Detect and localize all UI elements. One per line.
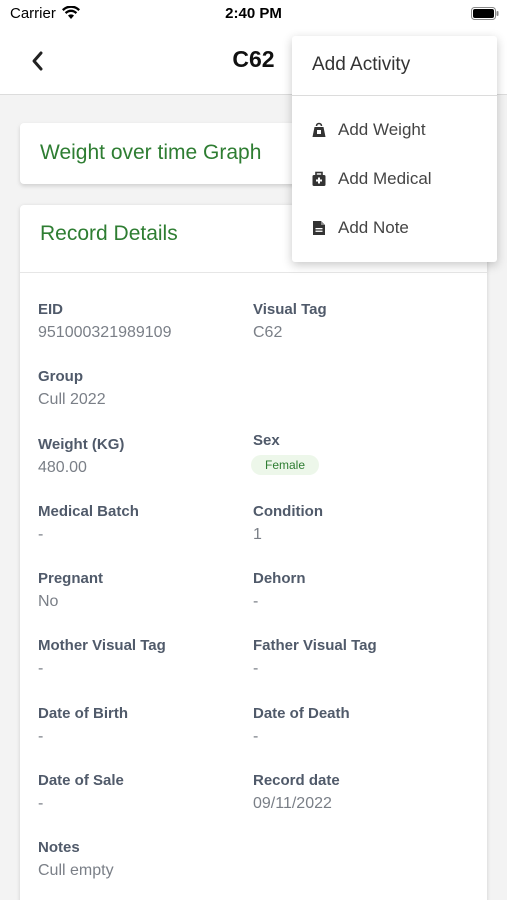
add-activity-menu-header: Add Activity [292, 36, 497, 96]
menu-item-label: Add Medical [338, 169, 432, 188]
field-label: Condition [253, 502, 323, 520]
field-value: 480.00 [38, 458, 87, 476]
field-label: Medical Batch [38, 502, 139, 520]
field-row: Date of Sale - Record date 09/11/2022 [38, 771, 468, 838]
field-value: - [253, 727, 259, 745]
field-father-visual-tag: Father Visual Tag - [253, 636, 468, 703]
field-label: Pregnant [38, 570, 104, 588]
field-mother-visual-tag: Mother Visual Tag - [38, 636, 253, 703]
field-eid: EID 951000321989109 [38, 300, 253, 367]
field-value: - [38, 795, 44, 813]
field-visual-tag: Visual Tag C62 [253, 300, 468, 367]
field-value: Cull 2022 [38, 391, 106, 409]
field-row: Group Cull 2022 [38, 367, 468, 434]
field-label: Group [38, 368, 83, 386]
field-notes: Notes Cull empty [38, 838, 264, 900]
field-label: EID [38, 301, 64, 318]
field-label: Father Visual Tag [253, 637, 377, 655]
field-value: 951000321989109 [38, 324, 172, 341]
status-time: 2:40 PM [225, 5, 282, 22]
field-value: - [38, 525, 44, 543]
field-label: Notes [38, 839, 80, 857]
field-group: Group Cull 2022 [38, 367, 264, 434]
field-row: EID 951000321989109 Visual Tag C62 [38, 300, 468, 367]
field-dehorn: Dehorn - [253, 569, 468, 636]
weight-graph-title: Weight over time Graph [40, 141, 262, 164]
field-row: Pregnant No Dehorn - [38, 569, 468, 636]
field-row: Date of Birth - Date of Death - [38, 704, 468, 771]
field-label: Dehorn [253, 570, 306, 588]
field-value: Cull empty [38, 862, 114, 880]
record-details-title: Record Details [40, 222, 178, 245]
field-label: Weight (KG) [38, 435, 125, 453]
status-bar: Carrier 2:40 PM [0, 0, 507, 28]
field-pregnant: Pregnant No [38, 569, 253, 636]
medical-bag-icon [312, 171, 326, 186]
menu-item-add-medical[interactable]: Add Medical [292, 159, 497, 199]
menu-item-label: Add Note [338, 218, 409, 237]
field-condition: Condition 1 [253, 502, 468, 569]
battery-icon [471, 7, 499, 20]
field-sex: Sex Female [251, 431, 468, 502]
note-icon [313, 221, 325, 235]
sex-badge: Female [251, 454, 320, 475]
field-value: - [253, 593, 259, 611]
weight-icon [312, 122, 326, 137]
field-value: - [38, 727, 44, 745]
field-value: - [253, 660, 259, 678]
field-label: Record date [253, 772, 340, 790]
field-label: Date of Death [253, 704, 350, 722]
field-value: C62 [253, 324, 283, 341]
field-record-date: Record date 09/11/2022 [253, 771, 468, 838]
field-row: Weight (KG) 480.00 Sex Female [38, 432, 468, 502]
add-activity-menu: Add Activity Add Weight Add Medical Add … [292, 36, 497, 262]
field-medical-batch: Medical Batch - [38, 502, 253, 569]
field-label: Date of Birth [38, 704, 128, 722]
add-activity-title: Add Activity [312, 54, 411, 75]
field-date-of-sale: Date of Sale - [38, 771, 253, 838]
field-value: No [38, 593, 59, 611]
field-value: 1 [253, 525, 262, 543]
menu-item-add-weight[interactable]: Add Weight [292, 110, 497, 150]
field-row: Mother Visual Tag - Father Visual Tag - [38, 636, 468, 703]
field-date-of-birth: Date of Birth - [38, 704, 253, 771]
record-details-card: Record Details EID 951000321989109 Visua… [20, 205, 487, 900]
menu-item-add-note[interactable]: Add Note [292, 208, 497, 248]
menu-item-label: Add Weight [338, 120, 426, 139]
field-label: Visual Tag [253, 301, 327, 318]
field-date-of-death: Date of Death - [253, 704, 468, 771]
field-row: Notes Cull empty [38, 838, 468, 900]
field-label: Mother Visual Tag [38, 637, 166, 655]
field-value: - [38, 660, 44, 678]
field-label: Sex [253, 431, 280, 449]
record-field-grid: EID 951000321989109 Visual Tag C62 Group… [38, 300, 468, 900]
field-row: Medical Batch - Condition 1 [38, 502, 468, 569]
field-weight: Weight (KG) 480.00 [38, 435, 253, 502]
field-label: Date of Sale [38, 772, 124, 790]
field-value: 09/11/2022 [253, 795, 332, 813]
